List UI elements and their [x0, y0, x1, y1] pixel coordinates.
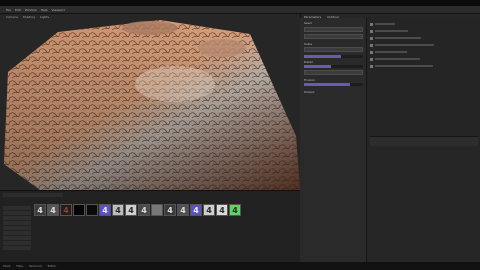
visibility-icon[interactable] [370, 43, 373, 47]
erosion-slider[interactable] [304, 83, 363, 86]
properties-panel: Seed Scale Detail Erosion Output [300, 18, 367, 262]
property-button-3[interactable] [304, 47, 363, 52]
outliner-item-name [375, 51, 407, 53]
outliner-footer [370, 136, 478, 146]
asset-thumbnails: 4444444444444 [34, 204, 241, 216]
visibility-icon[interactable] [370, 64, 373, 68]
section-output-label: Output [304, 90, 315, 94]
outliner-row[interactable] [370, 63, 476, 69]
asset-folder-list[interactable] [3, 206, 31, 251]
visibility-icon[interactable] [370, 50, 373, 54]
visibility-icon[interactable] [370, 22, 373, 26]
outliner-row[interactable] [370, 42, 476, 48]
property-button-2[interactable] [304, 34, 363, 39]
taskbar-files[interactable]: Files [16, 264, 23, 268]
outliner-row[interactable] [370, 56, 476, 62]
outliner-item-name [375, 44, 434, 46]
asset-thumbnail[interactable]: 4 [34, 204, 46, 216]
asset-thumbnail[interactable]: 4 [177, 204, 189, 216]
menu-file[interactable]: File [6, 8, 11, 12]
taskbar: Start Files Terminal Editor [0, 262, 480, 270]
property-button-1[interactable] [304, 27, 363, 32]
outliner-item-name [375, 30, 408, 32]
asset-thumbnail[interactable]: 4 [203, 204, 215, 216]
outliner-row[interactable] [370, 21, 476, 27]
viewport-toolbar: Camera Shading Lights [0, 14, 300, 20]
section-erosion-label: Erosion [304, 78, 316, 82]
section-seed-label: Seed [304, 21, 312, 25]
outliner-item-name [375, 58, 420, 60]
scale-slider[interactable] [304, 55, 363, 58]
asset-browser-header [3, 193, 63, 197]
asset-thumbnail[interactable] [151, 204, 163, 216]
asset-thumbnail[interactable] [86, 204, 98, 216]
asset-thumbnail[interactable]: 4 [47, 204, 59, 216]
section-scale-label: Scale [304, 42, 313, 46]
taskbar-editor[interactable]: Editor [48, 264, 57, 268]
asset-thumbnail[interactable]: 4 [164, 204, 176, 216]
asset-thumbnail[interactable]: 4 [60, 204, 72, 216]
asset-browser [0, 190, 300, 262]
property-button-4[interactable] [304, 70, 363, 75]
section-detail-label: Detail [304, 60, 313, 64]
outliner-panel [368, 18, 480, 136]
asset-thumbnail[interactable] [73, 204, 85, 216]
asset-thumbnail[interactable]: 4 [138, 204, 150, 216]
menu-window[interactable]: Window [25, 8, 37, 12]
asset-thumbnail[interactable]: 4 [229, 204, 241, 216]
outliner-row[interactable] [370, 49, 476, 55]
visibility-icon[interactable] [370, 57, 373, 61]
lights-menu[interactable]: Lights [40, 15, 49, 19]
outliner-item-name [375, 37, 421, 39]
visibility-icon[interactable] [370, 36, 373, 40]
visibility-icon[interactable] [370, 29, 373, 33]
menu-help[interactable]: Help [41, 8, 48, 12]
outliner-row[interactable] [370, 35, 476, 41]
asset-thumbnail[interactable]: 4 [190, 204, 202, 216]
outliner-row[interactable] [370, 28, 476, 34]
asset-thumbnail[interactable]: 4 [112, 204, 124, 216]
menu-viewport[interactable]: Viewport [52, 8, 65, 12]
menu-edit[interactable]: Edit [15, 8, 21, 12]
terrain-render [4, 20, 300, 190]
taskbar-start[interactable]: Start [3, 264, 10, 268]
shading-menu[interactable]: Shading [23, 15, 35, 19]
menu-bar: File Edit Window Help Viewport [0, 6, 480, 14]
asset-thumbnail[interactable]: 4 [99, 204, 111, 216]
taskbar-terminal[interactable]: Terminal [29, 264, 42, 268]
outliner-item-name [375, 23, 395, 25]
detail-slider[interactable] [304, 65, 363, 68]
asset-thumbnail[interactable]: 4 [125, 204, 137, 216]
asset-thumbnail[interactable]: 4 [216, 204, 228, 216]
camera-menu[interactable]: Camera [6, 15, 18, 19]
3d-viewport[interactable] [0, 14, 300, 190]
outliner-item-name [375, 65, 433, 67]
